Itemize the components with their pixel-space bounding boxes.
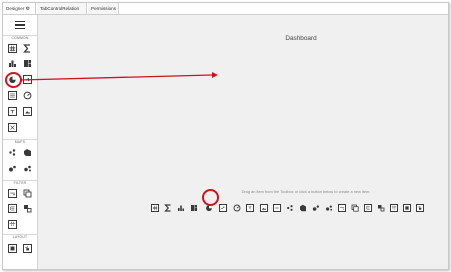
annotation-arrow bbox=[19, 72, 218, 81]
